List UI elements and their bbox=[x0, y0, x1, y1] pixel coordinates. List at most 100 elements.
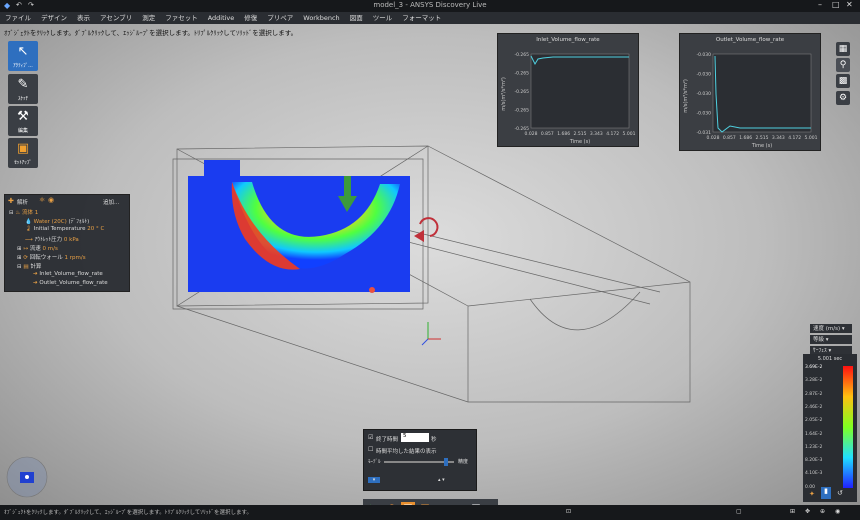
view-cube[interactable] bbox=[4, 454, 50, 500]
menu-item-format[interactable]: フォーマット bbox=[402, 12, 441, 24]
expand-icon: ⊟ bbox=[9, 210, 14, 216]
status-icon-4[interactable]: ✥ bbox=[805, 508, 810, 515]
menu-item-view[interactable]: 表示 bbox=[77, 12, 90, 24]
viewport-3d[interactable]: ｵﾌﾞｼﾞｪｸﾄをｸﾘｯｸします。ﾀﾞﾌﾞﾙｸﾘｯｸして、ｴｯｼﾞﾙｰﾌﾟを選択… bbox=[0, 24, 860, 505]
monitor-icon[interactable]: ▩ bbox=[836, 74, 850, 88]
status-icon-3[interactable]: ⊞ bbox=[790, 508, 795, 515]
status-bar: ｵﾌﾞｼﾞｪｸﾄをｸﾘｯｸします。ﾀﾞﾌﾞﾙｸﾘｯｸして、ｴｯｼﾞﾙｰﾌﾟを選択… bbox=[0, 505, 860, 520]
status-icon-6[interactable]: ◉ bbox=[835, 508, 840, 515]
reset-icon[interactable]: ↺ bbox=[837, 489, 843, 497]
outlet-icon: ⟶ bbox=[25, 237, 33, 243]
menu-item-repair[interactable]: 修復 bbox=[244, 12, 257, 24]
tree-item-inlet-flow-rate[interactable]: ➔ Inlet_Volume_flow_rate bbox=[33, 271, 103, 277]
calc-icon: ➔ bbox=[33, 280, 38, 286]
menu-item-prepare[interactable]: プリペア bbox=[267, 12, 293, 24]
menu-item-workbench[interactable]: Workbench bbox=[303, 12, 339, 24]
cursor-icon: ↖ bbox=[17, 44, 29, 59]
legend-scale-icon[interactable]: ▮ bbox=[821, 487, 831, 499]
expand-down-icon[interactable]: ▾ bbox=[368, 477, 380, 483]
legend-time: 5.001 sec bbox=[817, 356, 843, 362]
tool-select-button[interactable]: ↖ ｱｸﾃｨﾌﾞ... bbox=[8, 41, 38, 71]
chart-yticks: -0.265-0.265-0.265-0.265-0.265 bbox=[514, 52, 529, 132]
tree-item-fluid[interactable]: ⊟ ♨ 流体 1 bbox=[9, 208, 38, 216]
chart-xtick-label: 0.028 bbox=[707, 135, 720, 141]
menu-item-facet[interactable]: ファセット bbox=[165, 12, 198, 24]
minimize-button[interactable]: – bbox=[818, 0, 822, 9]
legend-value: 2.46E-2 bbox=[805, 404, 823, 410]
slider-right-label: 精度 bbox=[458, 459, 469, 465]
tree-add-button[interactable]: 追加... bbox=[103, 198, 119, 206]
tree-header-analysis[interactable]: 解析 bbox=[17, 198, 28, 206]
pencil-icon: ✎ bbox=[17, 77, 29, 92]
chart-ytick-label: -0.265 bbox=[514, 89, 529, 95]
mode-dropdown[interactable]: 等級 ▾ bbox=[810, 335, 852, 344]
chart-xtick-label: 2.515 bbox=[574, 131, 587, 137]
menu-bar: ファイル デザイン 表示 アセンブリ 測定 ファセット Additive 修復 … bbox=[0, 12, 860, 24]
menu-item-tools[interactable]: ツール bbox=[373, 12, 393, 24]
fidelity-slider-handle[interactable] bbox=[444, 458, 448, 466]
chart-xtick-label: 0.857 bbox=[541, 131, 554, 137]
legend-colorbar bbox=[843, 366, 853, 488]
menu-item-design[interactable]: デザイン bbox=[41, 12, 67, 24]
analysis-tree-panel: ✚ 解析 ⚛ ◉ 追加... ⊟ ♨ 流体 1 💧 Water (20C) (ﾃ… bbox=[4, 194, 130, 292]
end-time-checkbox[interactable]: ☑ bbox=[368, 434, 373, 441]
chart-xlabel: Time (s) bbox=[751, 143, 772, 149]
tool-setup-button[interactable]: ▣ ｾｯﾄｱｯﾌﾟ bbox=[8, 138, 38, 168]
menu-item-measure[interactable]: 測定 bbox=[142, 12, 155, 24]
chart-xtick-label: 3.343 bbox=[772, 135, 785, 141]
time-average-checkbox[interactable]: ☐ bbox=[368, 446, 373, 453]
chart-xlabel: Time (s) bbox=[569, 139, 590, 145]
fluid-icon: ♨ bbox=[15, 210, 21, 216]
tree-item-rotating-wall[interactable]: ⊞ ⟳ 回転ウォール 1 rpm/s bbox=[17, 253, 86, 261]
maximize-button[interactable]: □ bbox=[832, 0, 840, 9]
title-bar: ◆ ↶ ↷ model_3 - ANSYS Discovery Live – □… bbox=[0, 0, 860, 12]
gear-icon[interactable]: ⚙ bbox=[836, 91, 850, 105]
close-button[interactable]: ✕ bbox=[846, 0, 853, 9]
window-title: model_3 - ANSYS Discovery Live bbox=[373, 1, 487, 9]
chart-xticks: 0.028 0.857 1.686 2.515 3.343 4.172 5.001 bbox=[707, 135, 818, 141]
physics-icon[interactable]: ⚛ bbox=[39, 196, 45, 204]
tree-item-material[interactable]: 💧 Water (20C) (ﾃﾞﾌｫﾙﾄ) bbox=[25, 217, 89, 225]
menu-item-drawing[interactable]: 図面 bbox=[350, 12, 363, 24]
chart-xtick-label: 1.686 bbox=[739, 135, 752, 141]
tree-item-flow-velocity[interactable]: ⊞ ↦ 流速 0 m/s bbox=[17, 244, 58, 252]
slider-left-label: ﾓｰﾃﾞﾙ bbox=[368, 459, 381, 465]
chart-xtick-label: 0.857 bbox=[723, 135, 736, 141]
probe-icon[interactable]: ⚲ bbox=[836, 58, 850, 72]
material-icon[interactable]: ◉ bbox=[48, 196, 54, 204]
expand-icon: ⊞ bbox=[17, 255, 22, 261]
chart-ytick-label: -0.265 bbox=[514, 108, 529, 114]
status-icon-1[interactable]: ⊡ bbox=[566, 508, 571, 515]
chart-xtick-label: 2.515 bbox=[756, 135, 769, 141]
chart-ytick-label: -0.030 bbox=[696, 72, 711, 78]
chart-ytick-label: -0.265 bbox=[514, 52, 529, 58]
flow-icon: ↦ bbox=[23, 246, 28, 252]
menu-item-additive[interactable]: Additive bbox=[208, 12, 235, 24]
tree-item-outlet-flow-rate[interactable]: ➔ Outlet_Volume_flow_rate bbox=[33, 280, 108, 286]
status-icon-2[interactable]: ▢ bbox=[736, 508, 742, 515]
status-icon-5[interactable]: ⊕ bbox=[820, 508, 825, 515]
legend-value: 2.87E-2 bbox=[805, 391, 823, 397]
collapse-icon[interactable]: ▴ ▾ bbox=[438, 477, 445, 483]
menu-item-assembly[interactable]: アセンブリ bbox=[100, 12, 132, 24]
water-icon: 💧 bbox=[25, 219, 32, 225]
time-average-label: 時間平均した結果の表示 bbox=[376, 449, 437, 455]
end-time-input[interactable]: 5 bbox=[401, 433, 429, 442]
display-icon[interactable]: ▦ bbox=[836, 42, 850, 56]
tree-item-calculation[interactable]: ⊟ ▤ 計算 bbox=[17, 262, 41, 270]
pin-icon[interactable]: ✦ bbox=[809, 490, 815, 498]
calc-icon: ➔ bbox=[33, 271, 38, 277]
color-legend: 5.001 sec 3.69E-2 3.28E-2 2.87E-2 2.46E-2 2.… bbox=[803, 354, 857, 502]
tree-item-outlet-pressure[interactable]: ⟶ ｱｳﾄﾚｯﾄ圧力 0 kPa bbox=[25, 235, 79, 243]
end-time-unit: 秒 bbox=[431, 437, 437, 443]
quantity-dropdown[interactable]: 速度 (m/s) ▾ bbox=[810, 324, 852, 333]
tool-sketch-button[interactable]: ✎ ｽｹｯﾁ bbox=[8, 74, 38, 104]
chart-plot: m/s(m³/s*m²) -0.265-0.265-0.265-0.265-0.… bbox=[501, 52, 636, 145]
chart-ytick-label: -0.030 bbox=[696, 91, 711, 97]
folder-icon: ▤ bbox=[23, 264, 29, 270]
tree-item-initial-temperature[interactable]: 🌡 Initial Temperature 20 ° C bbox=[25, 226, 104, 232]
tool-edit-button[interactable]: ⚒ 編集 bbox=[8, 106, 38, 136]
chart-xtick-label: 5.001 bbox=[623, 131, 636, 137]
add-analysis-icon[interactable]: ✚ bbox=[8, 197, 14, 205]
menu-item-file[interactable]: ファイル bbox=[5, 12, 31, 24]
